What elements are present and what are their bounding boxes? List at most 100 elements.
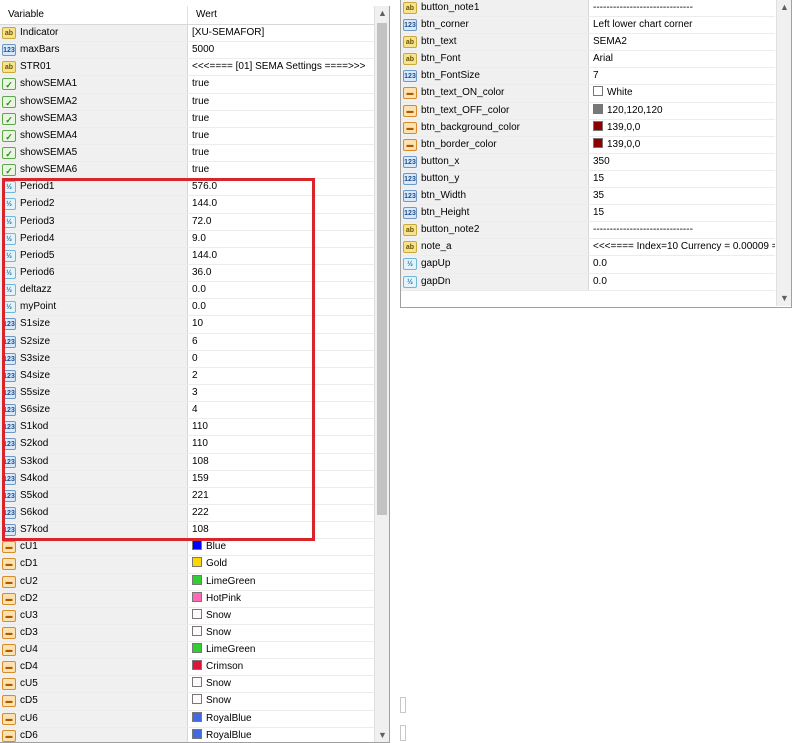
scroll-down-icon[interactable]: ▼ — [375, 728, 389, 742]
value-cell[interactable]: Gold — [189, 556, 374, 572]
table-row[interactable]: 123 button_x 350 — [401, 153, 775, 171]
value-cell[interactable]: 2 — [189, 368, 374, 384]
table-row[interactable]: ab btn_Font Arial — [401, 51, 775, 69]
table-row[interactable]: ▬ btn_text_ON_color White — [401, 85, 775, 103]
value-cell[interactable]: 159 — [189, 471, 374, 487]
value-cell[interactable]: Snow — [189, 693, 374, 709]
table-row[interactable]: ▬ btn_text_OFF_color 120,120,120 — [401, 102, 775, 120]
value-cell[interactable]: RoyalBlue — [189, 711, 374, 727]
value-cell[interactable]: LimeGreen — [189, 574, 374, 590]
table-row[interactable]: 123 S7kod 108 — [0, 522, 374, 540]
table-row[interactable]: ½ Period5 144.0 — [0, 247, 374, 265]
value-cell[interactable]: 108 — [189, 454, 374, 470]
table-row[interactable]: ✓ showSEMA5 true — [0, 144, 374, 163]
table-row[interactable]: ✓ showSEMA2 true — [0, 93, 374, 111]
value-cell[interactable]: 144.0 — [189, 248, 374, 264]
value-cell[interactable]: 6 — [189, 334, 374, 350]
table-row[interactable]: 123 maxBars 5000 — [0, 42, 374, 60]
value-cell[interactable]: true — [189, 94, 374, 110]
column-header-value[interactable]: Wert — [188, 6, 374, 24]
table-row[interactable]: 123 S4size 2 — [0, 367, 374, 385]
value-cell[interactable]: Snow — [189, 608, 374, 624]
table-row[interactable]: ab STR01 <<<==== [01] SEMA Settings ====>>… — [0, 59, 374, 77]
table-row[interactable]: ▬ cU3 Snow — [0, 607, 374, 625]
table-row[interactable]: ▬ cU1 Blue — [0, 539, 374, 557]
value-cell[interactable]: HotPink — [189, 591, 374, 607]
table-row[interactable]: 123 S5size 3 — [0, 384, 374, 403]
hidden-button-edge[interactable] — [400, 725, 406, 741]
table-row[interactable]: ✓ showSEMA1 true — [0, 76, 374, 94]
value-cell[interactable]: 221 — [189, 488, 374, 504]
value-cell[interactable]: LimeGreen — [189, 642, 374, 658]
table-row[interactable]: ½ gapDn 0.0 — [401, 273, 775, 291]
value-cell[interactable]: [XU-SEMAFOR] — [189, 25, 374, 41]
value-cell[interactable]: 9.0 — [189, 231, 374, 247]
value-cell[interactable]: ------------------------------ — [590, 222, 775, 238]
table-row[interactable]: 123 button_y 15 — [401, 170, 775, 189]
value-cell[interactable]: <<<==== Index=10 Currency = 0.00009 ==..… — [590, 239, 775, 255]
table-row[interactable]: ½ gapUp 0.0 — [401, 256, 775, 274]
table-row[interactable]: ✓ showSEMA6 true — [0, 162, 374, 180]
value-cell[interactable]: White — [590, 85, 775, 101]
hidden-button-edge[interactable] — [400, 697, 406, 713]
table-row[interactable]: ▬ cU6 RoyalBlue — [0, 710, 374, 728]
table-row[interactable]: 123 S3kod 108 — [0, 453, 374, 471]
value-cell[interactable]: 0.0 — [590, 274, 775, 290]
value-cell[interactable]: 10 — [189, 316, 374, 332]
table-row[interactable]: 123 S3size 0 — [0, 350, 374, 368]
table-row[interactable]: 123 S2size 6 — [0, 333, 374, 351]
scrollbar-thumb[interactable] — [377, 23, 387, 515]
value-cell[interactable]: 110 — [189, 419, 374, 435]
value-cell[interactable]: RoyalBlue — [189, 728, 374, 742]
table-row[interactable]: ½ Period2 144.0 — [0, 196, 374, 214]
value-cell[interactable]: 576.0 — [189, 179, 374, 195]
table-row[interactable]: 123 btn_Width 35 — [401, 188, 775, 206]
value-cell[interactable]: Left lower chart corner — [590, 17, 775, 33]
value-cell[interactable]: 3 — [189, 385, 374, 401]
value-cell[interactable]: 7 — [590, 68, 775, 84]
table-row[interactable]: ½ Period6 36.0 — [0, 264, 374, 283]
table-row[interactable]: ▬ cU2 LimeGreen — [0, 573, 374, 591]
table-row[interactable]: 123 btn_corner Left lower chart corner — [401, 17, 775, 35]
table-row[interactable]: 123 S6size 4 — [0, 402, 374, 420]
table-row[interactable]: ½ deltazz 0.0 — [0, 282, 374, 300]
table-row[interactable]: 123 btn_Height 15 — [401, 205, 775, 223]
value-cell[interactable]: 0 — [189, 351, 374, 367]
value-cell[interactable]: true — [189, 128, 374, 144]
value-cell[interactable]: Blue — [189, 539, 374, 555]
table-row[interactable]: ab button_note1 --------------------------… — [401, 0, 775, 18]
scroll-up-icon[interactable]: ▲ — [375, 6, 389, 21]
value-cell[interactable]: Crimson — [189, 659, 374, 675]
table-row[interactable]: ▬ cD5 Snow — [0, 693, 374, 711]
value-cell[interactable]: 110 — [189, 436, 374, 452]
table-row[interactable]: ▬ cU5 Snow — [0, 676, 374, 694]
value-cell[interactable]: 4 — [189, 402, 374, 418]
table-row[interactable]: ½ Period3 72.0 — [0, 213, 374, 231]
value-cell[interactable]: Snow — [189, 625, 374, 641]
table-row[interactable]: ▬ cU4 LimeGreen — [0, 642, 374, 660]
value-cell[interactable]: 108 — [189, 522, 374, 538]
scroll-up-icon[interactable]: ▲ — [777, 0, 791, 15]
table-row[interactable]: ▬ btn_border_color 139,0,0 — [401, 136, 775, 154]
value-cell[interactable]: 36.0 — [189, 265, 374, 281]
table-row[interactable]: 123 S6kod 222 — [0, 504, 374, 523]
value-cell[interactable]: 144.0 — [189, 196, 374, 212]
left-vertical-scrollbar[interactable]: ▲ ▼ — [374, 6, 389, 742]
table-row[interactable]: 123 S1kod 110 — [0, 419, 374, 437]
value-cell[interactable]: 72.0 — [189, 214, 374, 230]
value-cell[interactable]: true — [189, 76, 374, 92]
value-cell[interactable]: 5000 — [189, 42, 374, 58]
value-cell[interactable]: true — [189, 162, 374, 178]
value-cell[interactable]: true — [189, 111, 374, 127]
value-cell[interactable]: 15 — [590, 171, 775, 187]
table-row[interactable]: ab Indicator [XU-SEMAFOR] — [0, 25, 374, 43]
value-cell[interactable]: <<<==== [01] SEMA Settings ====>>> — [189, 59, 374, 75]
value-cell[interactable]: true — [189, 145, 374, 161]
value-cell[interactable]: Snow — [189, 676, 374, 692]
value-cell[interactable]: 350 — [590, 154, 775, 170]
table-row[interactable]: ▬ cD4 Crimson — [0, 659, 374, 677]
table-row[interactable]: ab btn_text SEMA2 — [401, 34, 775, 52]
value-cell[interactable]: SEMA2 — [590, 34, 775, 50]
table-row[interactable]: ▬ cD3 Snow — [0, 624, 374, 643]
table-row[interactable]: 123 S5kod 221 — [0, 487, 374, 505]
